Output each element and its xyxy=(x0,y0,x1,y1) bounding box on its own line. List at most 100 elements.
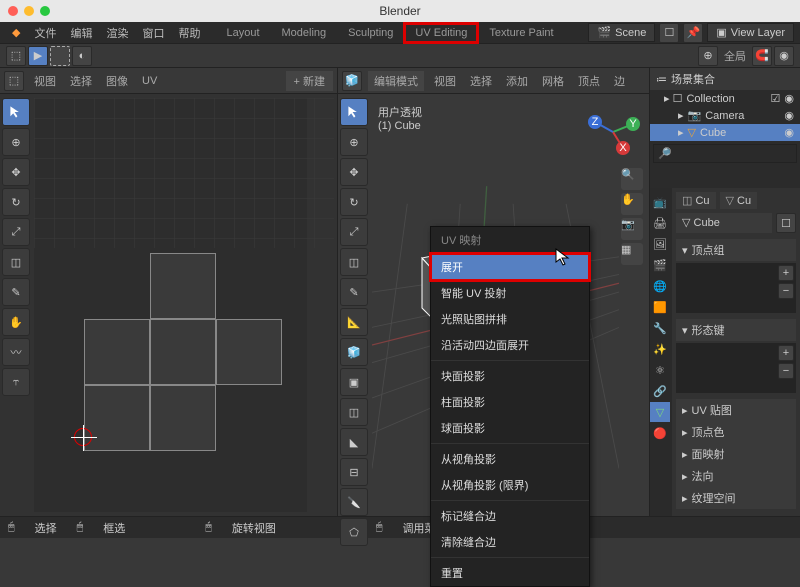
uv-tool-scale[interactable]: ⤢ xyxy=(2,218,30,246)
ctx-item-sphere-proj[interactable]: 球面投影 xyxy=(431,415,589,441)
uv-new-button[interactable]: + 新建 xyxy=(286,71,333,91)
prop-tab-data[interactable]: ▽ xyxy=(650,402,670,422)
checkbox-icon[interactable]: ☑ xyxy=(771,92,781,105)
eye-icon[interactable]: ◉ xyxy=(784,92,794,105)
prop-vertexgroups-list[interactable]: + − xyxy=(676,263,796,313)
vp-tool-measure[interactable]: 📐 xyxy=(340,308,368,336)
prop-tab-view[interactable]: 🖼 xyxy=(650,234,670,254)
tweak-icon[interactable]: ◐ xyxy=(72,46,92,66)
uv-tool-move[interactable]: ✥ xyxy=(2,158,30,186)
vp-tool-poly[interactable]: ⬠ xyxy=(340,518,368,546)
nav-move-icon[interactable]: ✋ xyxy=(621,193,643,215)
vp-editor-type-icon[interactable]: 🧊 xyxy=(342,71,362,91)
tab-layout[interactable]: Layout xyxy=(216,24,269,42)
vp-menu-view[interactable]: 视图 xyxy=(430,71,460,91)
snap-icon[interactable]: 🧲 xyxy=(752,46,772,66)
outliner-type-icon[interactable]: ≔ xyxy=(656,73,667,86)
prop-tab-constraint[interactable]: 🔗 xyxy=(650,381,670,401)
menu-render[interactable]: 渲染 xyxy=(100,22,134,44)
nav-zoom-icon[interactable]: 🔍 xyxy=(621,168,643,190)
ctx-item-reset[interactable]: 重置 xyxy=(431,560,589,586)
tab-texture-paint[interactable]: Texture Paint xyxy=(479,24,563,42)
eye-icon[interactable]: ◉ xyxy=(784,109,794,122)
scene-pin-button[interactable]: 📌 xyxy=(683,23,703,43)
prop-tab-scene[interactable]: 🎬 xyxy=(650,255,670,275)
prop-tab-particle[interactable]: ✨ xyxy=(650,339,670,359)
tab-modeling[interactable]: Modeling xyxy=(272,24,337,42)
outliner-item-camera[interactable]: ▸ 📷 Camera ◉ xyxy=(650,107,800,124)
ctx-item-cube-proj[interactable]: 块面投影 xyxy=(431,363,589,389)
vp-tool-select[interactable] xyxy=(340,98,368,126)
prop-tab-modifier[interactable]: 🔧 xyxy=(650,318,670,338)
vp-tool-extrude[interactable]: ▣ xyxy=(340,368,368,396)
ctx-item-clear-seam[interactable]: 清除缝合边 xyxy=(431,529,589,555)
vp-menu-mesh[interactable]: 网格 xyxy=(538,71,568,91)
minimize-window-button[interactable] xyxy=(24,6,34,16)
prop-section-normals[interactable]: ▸ 法向 xyxy=(676,465,796,487)
prop-shapekeys-list[interactable]: + − xyxy=(676,343,796,393)
prop-section-uvmaps[interactable]: ▸ UV 贴图 xyxy=(676,399,796,421)
vp-tool-knife[interactable]: 🔪 xyxy=(340,488,368,516)
ctx-item-project-view[interactable]: 从视角投影 xyxy=(431,446,589,472)
ctx-item-mark-seam[interactable]: 标记缝合边 xyxy=(431,503,589,529)
menu-file[interactable]: 文件 xyxy=(28,22,62,44)
tab-sculpting[interactable]: Sculpting xyxy=(338,24,403,42)
uv-tool-pinch[interactable]: ⥾ xyxy=(2,368,30,396)
uv-tool-cursor[interactable]: ⊕ xyxy=(2,128,30,156)
prop-section-facemaps[interactable]: ▸ 面映射 xyxy=(676,443,796,465)
ctx-item-follow-active[interactable]: 沿活动四边面展开 xyxy=(431,332,589,358)
blender-logo-icon[interactable]: ◆ xyxy=(6,23,26,42)
prop-section-shapekeys[interactable]: ▾ 形态键 xyxy=(676,319,796,341)
vp-tool-rotate[interactable]: ↻ xyxy=(340,188,368,216)
prop-tab-output[interactable]: 🖨 xyxy=(650,213,670,233)
nav-persp-icon[interactable]: ▦ xyxy=(621,243,643,265)
menu-edit[interactable]: 编辑 xyxy=(64,22,98,44)
prop-tab-object[interactable]: 🟧 xyxy=(650,297,670,317)
prop-datablock-name[interactable]: ▽ Cube xyxy=(676,213,772,233)
scene-selector[interactable]: 🎬 Scene xyxy=(588,23,655,42)
vp-menu-select[interactable]: 选择 xyxy=(466,71,496,91)
prop-tab-world[interactable]: 🌐 xyxy=(650,276,670,296)
menu-window[interactable]: 窗口 xyxy=(136,22,170,44)
vp-tool-add-cube[interactable]: 🧊 xyxy=(340,338,368,366)
vp-tool-inset[interactable]: ◫ xyxy=(340,398,368,426)
prop-tab-render[interactable]: 📺 xyxy=(650,192,670,212)
uv-tool-grab[interactable]: ✋ xyxy=(2,308,30,336)
uv-menu-select[interactable]: 选择 xyxy=(66,71,96,91)
vp-tool-loopcut[interactable]: ⊟ xyxy=(340,458,368,486)
uv-menu-view[interactable]: 视图 xyxy=(30,71,60,91)
uv-tool-select[interactable] xyxy=(2,98,30,126)
tab-uv-editing[interactable]: UV Editing xyxy=(405,24,477,42)
outliner-item-collection[interactable]: ▸ ☐ Collection ☑ ◉ xyxy=(650,90,800,107)
prop-section-texspace[interactable]: ▸ 纹理空间 xyxy=(676,487,796,509)
vp-menu-vertex[interactable]: 顶点 xyxy=(574,71,604,91)
eye-icon[interactable]: ◉ xyxy=(784,126,794,139)
vp-tool-annotate[interactable]: ✎ xyxy=(340,278,368,306)
vp-mode-selector[interactable]: 编辑模式 xyxy=(368,71,424,91)
outliner-item-cube[interactable]: ▸ ▽ Cube ◉ xyxy=(650,124,800,141)
close-window-button[interactable] xyxy=(8,6,18,16)
nav-gizmo[interactable]: Y X Z xyxy=(585,104,641,160)
proportional-icon[interactable]: ◉ xyxy=(774,46,794,66)
uv-tool-annotate[interactable]: ✎ xyxy=(2,278,30,306)
add-icon[interactable]: + xyxy=(778,345,794,361)
remove-icon[interactable]: − xyxy=(778,283,794,299)
vp-menu-edge[interactable]: 边 xyxy=(610,71,629,91)
prop-tab-physics[interactable]: ⚛ xyxy=(650,360,670,380)
ctx-item-cylinder-proj[interactable]: 柱面投影 xyxy=(431,389,589,415)
box-select-icon[interactable] xyxy=(50,46,70,66)
uv-canvas[interactable] xyxy=(34,98,307,512)
vp-tool-scale[interactable]: ⤢ xyxy=(340,218,368,246)
maximize-window-button[interactable] xyxy=(40,6,50,16)
add-icon[interactable]: + xyxy=(778,265,794,281)
vp-tool-bevel[interactable]: ◣ xyxy=(340,428,368,456)
prop-breadcrumb-cu[interactable]: ◫ Cu xyxy=(676,192,716,209)
menu-help[interactable]: 帮助 xyxy=(172,22,206,44)
prop-section-vertexcolors[interactable]: ▸ 顶点色 xyxy=(676,421,796,443)
outliner-search-input[interactable]: 🔎 xyxy=(653,144,797,163)
prop-users-icon[interactable]: ☐ xyxy=(776,213,796,233)
vp-menu-add[interactable]: 添加 xyxy=(502,71,532,91)
select-tool-icon[interactable]: ▶ xyxy=(28,46,48,66)
uv-menu-image[interactable]: 图像 xyxy=(102,71,132,91)
uv-tool-transform[interactable]: ◫ xyxy=(2,248,30,276)
